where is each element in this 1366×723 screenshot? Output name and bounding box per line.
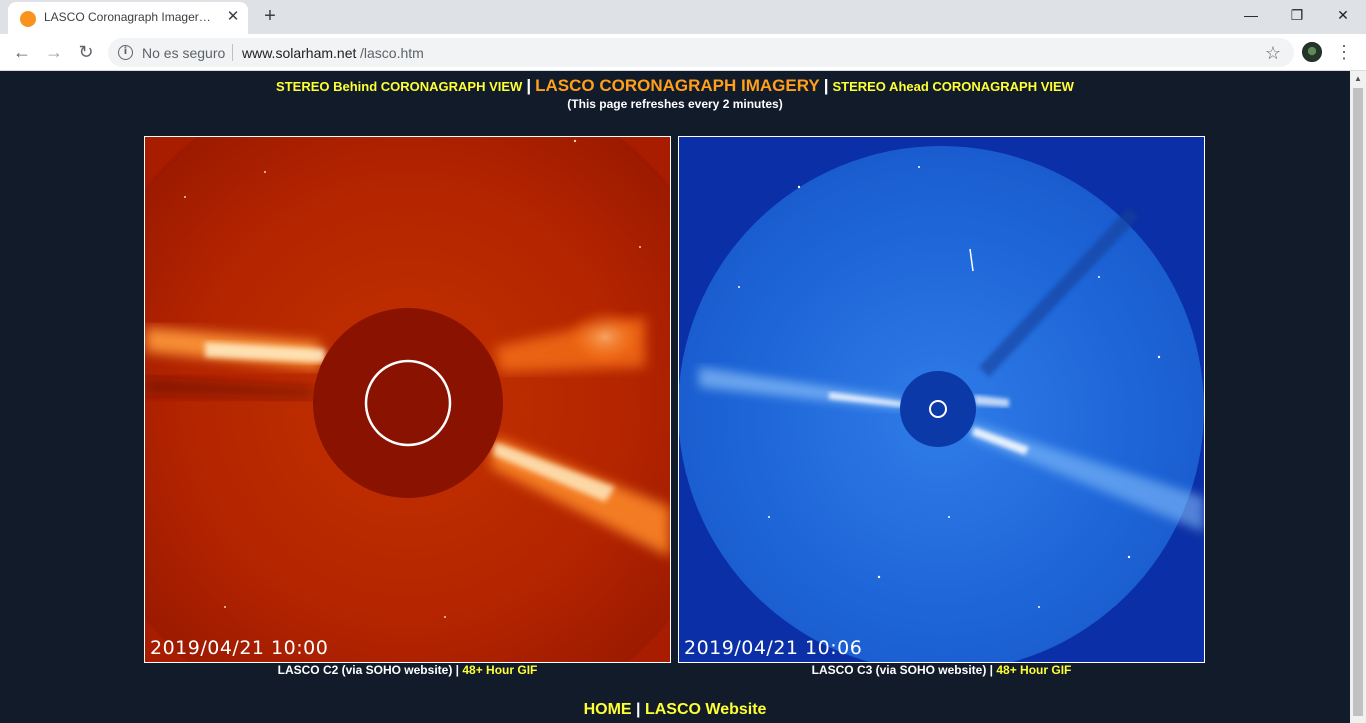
tab-close-icon[interactable]: ✕ (224, 8, 242, 26)
url-path[interactable]: /lasco.htm (360, 45, 424, 61)
lasco-c2-image[interactable]: 2019/04/21 10:00 (144, 136, 671, 663)
bookmark-star-icon[interactable]: ☆ (1262, 42, 1284, 64)
page-header: STEREO Behind CORONAGRAPH VIEW | LASCO COR… (0, 76, 1350, 96)
address-divider (232, 44, 233, 61)
site-info-icon[interactable]: i (118, 45, 133, 60)
c3-gif-link[interactable]: 48+ Hour GIF (996, 663, 1071, 677)
address-bar[interactable]: i No es seguro www.solarham.net /lasco.h… (108, 38, 1294, 67)
browser-menu-icon[interactable]: ⋮ (1334, 40, 1354, 64)
c2-caption-text: LASCO C2 (via SOHO website) | (277, 663, 463, 677)
home-link[interactable]: HOME (584, 701, 632, 718)
lasco-website-link[interactable]: LASCO Website (645, 701, 767, 718)
c3-timestamp: 2019/04/21 10:06 (684, 637, 863, 659)
header-separator: | (526, 76, 532, 95)
page-scrollbar[interactable]: ▲ (1350, 71, 1366, 723)
c2-caption: LASCO C2 (via SOHO website) | 48+ Hour G… (144, 663, 671, 677)
c2-timestamp: 2019/04/21 10:00 (150, 637, 329, 659)
c3-caption: LASCO C3 (via SOHO website) | 48+ Hour G… (678, 663, 1205, 677)
reload-button[interactable]: ↻ (74, 40, 98, 64)
back-button[interactable]: ← (10, 40, 34, 64)
lasco-c2-coronagraph-picture (145, 137, 670, 662)
stereo-ahead-link[interactable]: STEREO Ahead CORONAGRAPH VIEW (832, 79, 1073, 94)
profile-avatar[interactable] (1302, 42, 1322, 62)
page-content: STEREO Behind CORONAGRAPH VIEW | LASCO COR… (0, 71, 1350, 723)
lasco-c3-image[interactable]: 2019/04/21 10:06 (678, 136, 1205, 663)
header-separator: | (823, 76, 829, 95)
lasco-c3-coronagraph-picture (679, 137, 1204, 662)
new-tab-button[interactable]: + (258, 3, 282, 29)
browser-toolbar: ← → ↻ i No es seguro www.solarham.net /l… (0, 34, 1366, 71)
forward-button[interactable]: → (42, 40, 66, 64)
page-title: LASCO CORONAGRAPH IMAGERY (535, 76, 820, 95)
window-maximize-button[interactable]: ❐ (1274, 0, 1320, 30)
window-minimize-button[interactable]: — (1228, 0, 1274, 30)
stereo-behind-link[interactable]: STEREO Behind CORONAGRAPH VIEW (276, 79, 522, 94)
browser-tab[interactable]: LASCO Coronagraph Imagery | Solarham ✕ (8, 2, 248, 34)
scroll-up-icon[interactable]: ▲ (1350, 71, 1366, 87)
tab-title: LASCO Coronagraph Imagery | Solarham (44, 10, 214, 24)
site-favicon-icon (20, 11, 36, 27)
footer-separator: | (631, 701, 645, 718)
page-footer: HOME | LASCO Website (0, 701, 1350, 719)
url-host[interactable]: www.solarham.net (242, 45, 356, 61)
c2-gif-link[interactable]: 48+ Hour GIF (462, 663, 537, 677)
security-status[interactable]: No es seguro (142, 45, 225, 61)
refresh-note: (This page refreshes every 2 minutes) (567, 97, 783, 111)
window-close-button[interactable]: ✕ (1320, 0, 1366, 30)
browser-tabstrip: LASCO Coronagraph Imagery | Solarham ✕ +… (0, 0, 1366, 34)
scroll-thumb[interactable] (1353, 88, 1363, 716)
c3-caption-text: LASCO C3 (via SOHO website) | (811, 663, 997, 677)
